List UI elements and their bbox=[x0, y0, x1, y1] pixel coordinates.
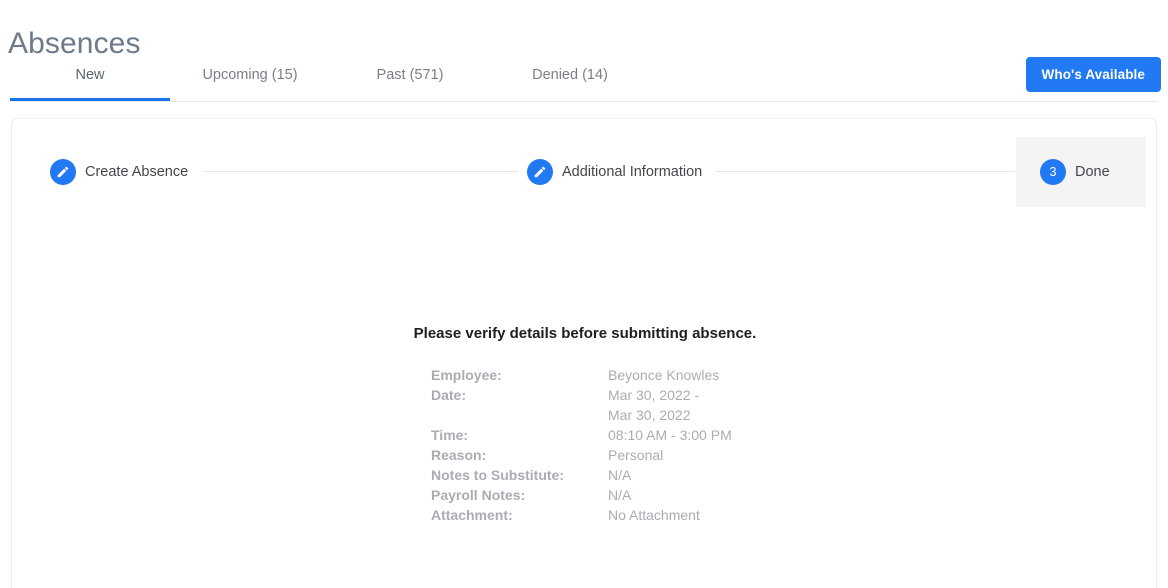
stepper-connector-1 bbox=[204, 171, 518, 172]
wizard-stepper: Create Absence Additional Information 3 … bbox=[12, 137, 1156, 207]
detail-value: Personal bbox=[608, 447, 664, 463]
detail-row-attachment: Attachment: No Attachment bbox=[431, 505, 831, 525]
stepper-step-label: Additional Information bbox=[562, 164, 703, 180]
stepper-step-create-absence[interactable]: Create Absence bbox=[50, 137, 188, 207]
tab-bar: New Upcoming (15) Past (571) Denied (14) bbox=[0, 55, 1168, 102]
detail-value: N/A bbox=[608, 487, 632, 503]
absence-wizard-card: Create Absence Additional Information 3 … bbox=[11, 118, 1157, 588]
detail-row-reason: Reason: Personal bbox=[431, 445, 831, 465]
stepper-step-additional-information[interactable]: Additional Information bbox=[527, 137, 702, 207]
detail-value: 08:10 AM - 3:00 PM bbox=[608, 427, 732, 443]
detail-value-line2: Mar 30, 2022 bbox=[608, 407, 691, 423]
pencil-icon bbox=[50, 159, 76, 185]
detail-label: Employee: bbox=[431, 367, 502, 383]
step-number: 3 bbox=[1049, 164, 1057, 179]
whos-available-button[interactable]: Who's Available bbox=[1025, 57, 1161, 92]
tab-denied[interactable]: Denied (14) bbox=[490, 55, 650, 102]
detail-label: Date: bbox=[431, 387, 467, 403]
detail-value: Beyonce Knowles bbox=[608, 367, 720, 383]
detail-value: N/A bbox=[608, 467, 632, 483]
detail-label: Notes to Substitute: bbox=[431, 467, 564, 483]
pencil-icon bbox=[527, 159, 553, 185]
stepper-step-done[interactable]: 3 Done bbox=[1016, 137, 1146, 207]
detail-label: Attachment: bbox=[431, 507, 513, 523]
detail-row-notes-to-substitute: Notes to Substitute: N/A bbox=[431, 465, 831, 485]
detail-value: Mar 30, 2022 - Mar 30, 2022 bbox=[608, 385, 699, 425]
detail-label: Reason: bbox=[431, 447, 487, 463]
detail-value: No Attachment bbox=[608, 507, 700, 523]
stepper-step-label: Done bbox=[1075, 164, 1110, 180]
stepper-step-label: Create Absence bbox=[85, 164, 189, 180]
absence-details-list: Employee: Beyonce Knowles Date: Mar 30, … bbox=[431, 365, 831, 525]
verify-heading: Please verify details before submitting … bbox=[413, 325, 757, 342]
step-number-badge: 3 bbox=[1040, 159, 1066, 185]
detail-row-employee: Employee: Beyonce Knowles bbox=[431, 365, 831, 385]
tab-new[interactable]: New bbox=[10, 55, 170, 102]
detail-label: Time: bbox=[431, 427, 469, 443]
detail-row-date: Date: Mar 30, 2022 - Mar 30, 2022 bbox=[431, 385, 831, 425]
tab-past[interactable]: Past (571) bbox=[330, 55, 490, 102]
stepper-connector-2 bbox=[715, 171, 1015, 172]
tab-upcoming[interactable]: Upcoming (15) bbox=[170, 55, 330, 102]
detail-row-payroll-notes: Payroll Notes: N/A bbox=[431, 485, 831, 505]
detail-value-line1: Mar 30, 2022 - bbox=[608, 387, 700, 403]
detail-label: Payroll Notes: bbox=[431, 487, 526, 503]
tab-list: New Upcoming (15) Past (571) Denied (14) bbox=[10, 55, 650, 102]
detail-row-time: Time: 08:10 AM - 3:00 PM bbox=[431, 425, 831, 445]
tab-bar-divider bbox=[10, 101, 1158, 102]
